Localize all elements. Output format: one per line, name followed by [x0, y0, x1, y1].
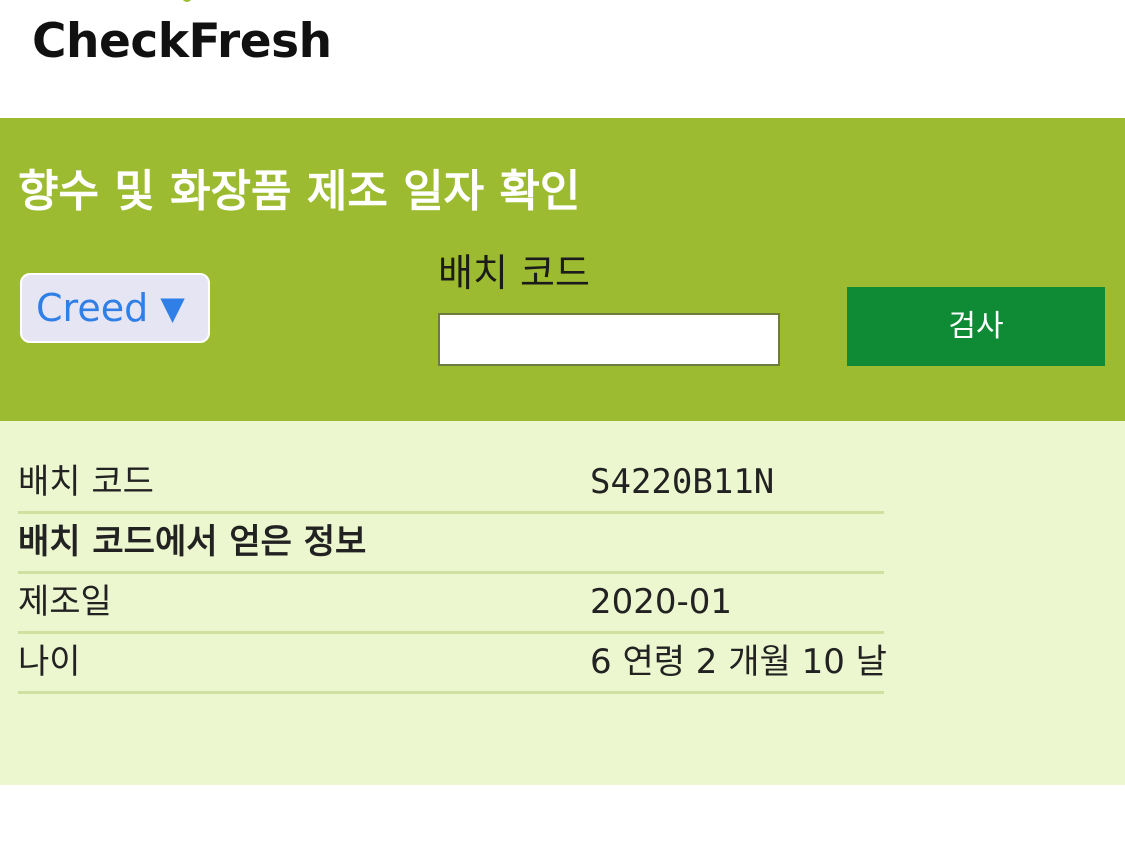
result-row-age: 나이 6 연령 2 개월 10 날: [18, 634, 887, 694]
result-label: 나이: [18, 642, 81, 682]
logo-accent: [182, 0, 192, 2]
brand-select-value: Creed: [36, 286, 149, 330]
app-logo[interactable]: CheckFresh: [32, 10, 332, 74]
result-label: 제조일: [18, 582, 112, 622]
result-section-heading: 배치 코드에서 얻은 정보: [18, 522, 367, 562]
result-value: 6 연령 2 개월 10 날: [590, 642, 887, 682]
app-header: CheckFresh: [0, 0, 1125, 118]
result-value: S4220B11N: [590, 462, 775, 502]
result-value: 2020-01: [590, 582, 733, 622]
check-button[interactable]: 검사: [847, 287, 1105, 366]
result-label: 배치 코드: [18, 462, 154, 502]
results-panel: 배치 코드 S4220B11N 배치 코드에서 얻은 정보 제조일 2020-0…: [0, 421, 1125, 785]
batch-code-label: 배치 코드: [438, 251, 590, 295]
brand-select[interactable]: Creed ▼: [20, 273, 210, 343]
search-panel: 향수 및 화장품 제조 일자 확인 Creed ▼ 배치 코드 검사: [0, 118, 1125, 421]
result-row-info-header: 배치 코드에서 얻은 정보: [18, 514, 884, 574]
chevron-down-icon: ▼: [160, 289, 185, 327]
result-row-batch-code: 배치 코드 S4220B11N: [18, 454, 884, 514]
result-row-manufacture-date: 제조일 2020-01: [18, 574, 884, 634]
batch-code-input[interactable]: [438, 313, 780, 366]
page-title: 향수 및 화장품 제조 일자 확인: [18, 166, 581, 217]
